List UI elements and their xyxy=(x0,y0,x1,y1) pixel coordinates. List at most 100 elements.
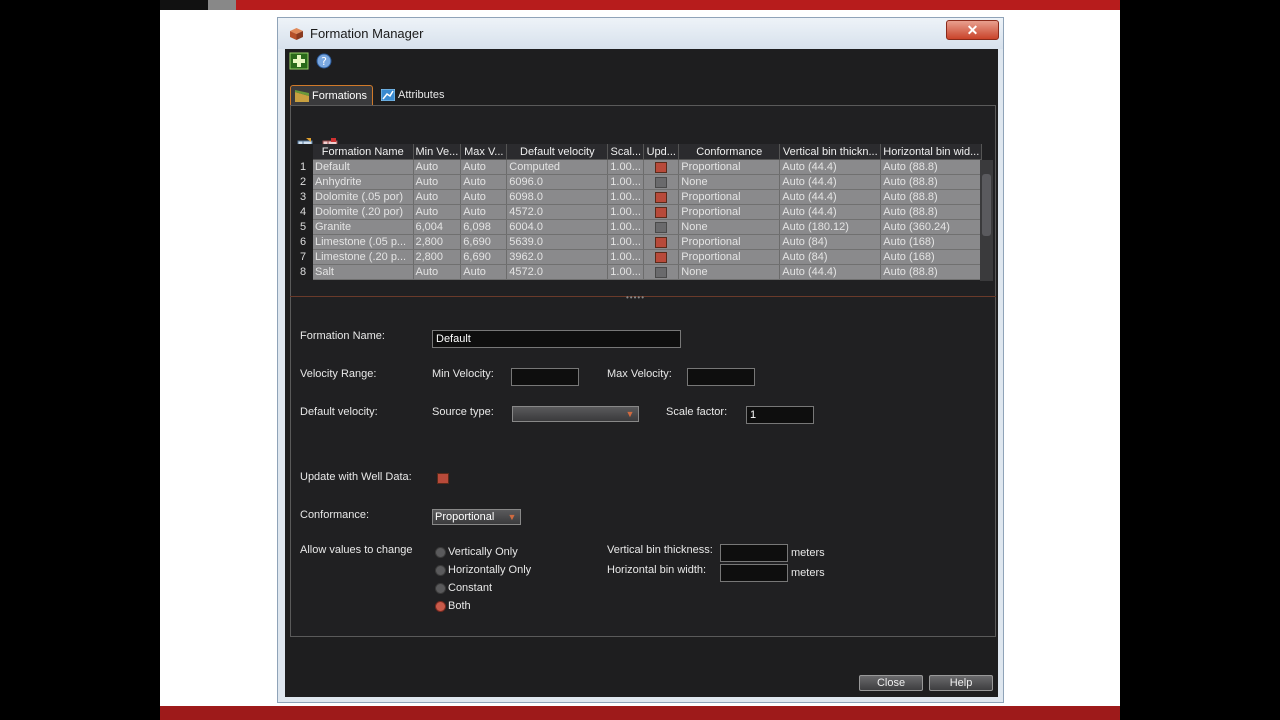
column-header[interactable]: Upd... xyxy=(643,144,680,160)
table-cell[interactable]: Auto xyxy=(413,189,462,205)
column-header[interactable]: Conformance xyxy=(678,144,781,160)
table-scrollbar[interactable] xyxy=(980,160,993,281)
table-cell[interactable]: Auto xyxy=(413,159,462,175)
table-cell[interactable]: 6,004 xyxy=(413,219,462,235)
table-cell[interactable]: Dolomite (.05 por) xyxy=(313,189,414,205)
table-cell[interactable]: None xyxy=(678,264,781,280)
checkbox-checked-icon[interactable] xyxy=(655,251,668,263)
table-cell[interactable]: Default xyxy=(313,159,414,175)
table-cell[interactable]: Auto xyxy=(460,159,508,175)
help-button[interactable]: Help xyxy=(929,675,993,691)
update-well-data-checkbox[interactable] xyxy=(437,472,449,484)
tab-attributes[interactable]: Attributes xyxy=(377,85,449,105)
table-cell[interactable]: Auto xyxy=(460,189,508,205)
table-row[interactable]: 3 Dolomite (.05 por) Auto Auto 6098.0 1.00...… xyxy=(293,189,983,205)
update-cell[interactable] xyxy=(643,174,680,190)
table-cell[interactable]: 1.00... xyxy=(607,159,645,175)
table-cell[interactable]: 4572.0 xyxy=(506,204,609,220)
tab-formations[interactable]: Formations xyxy=(290,85,373,105)
table-cell[interactable]: Auto (44.4) xyxy=(779,204,882,220)
table-cell[interactable]: Auto xyxy=(460,174,508,190)
checkbox-checked-icon[interactable] xyxy=(655,236,668,248)
table-row[interactable]: 7 Limestone (.20 p... 2,800 6,690 3962.0 1.00… xyxy=(293,249,983,265)
table-cell[interactable]: Auto (88.8) xyxy=(880,264,983,280)
table-cell[interactable]: Auto xyxy=(413,204,462,220)
table-row[interactable]: 1 Default Auto Auto Computed 1.00... Proportio… xyxy=(293,159,983,175)
table-cell[interactable]: Auto (44.4) xyxy=(779,174,882,190)
table-cell[interactable]: Dolomite (.20 por) xyxy=(313,204,414,220)
table-cell[interactable]: Auto (84) xyxy=(779,234,882,250)
scrollbar-thumb[interactable] xyxy=(982,174,991,236)
table-cell[interactable]: 1.00... xyxy=(607,174,645,190)
table-cell[interactable]: Auto (360.24) xyxy=(880,219,983,235)
table-row[interactable]: 8 Salt Auto Auto 4572.0 1.00... None Auto (44.4… xyxy=(293,264,983,280)
min-velocity-input[interactable] xyxy=(511,368,579,386)
table-cell[interactable]: Limestone (.20 p... xyxy=(313,249,414,265)
update-cell[interactable] xyxy=(643,264,680,280)
table-cell[interactable]: Proportional xyxy=(678,249,781,265)
table-cell[interactable]: None xyxy=(678,174,781,190)
table-cell[interactable]: None xyxy=(678,219,781,235)
table-cell[interactable]: 1.00... xyxy=(607,249,645,265)
table-cell[interactable]: Auto (180.12) xyxy=(779,219,882,235)
table-cell[interactable]: 6,098 xyxy=(460,219,508,235)
radio-label[interactable]: Vertically Only xyxy=(448,546,518,558)
table-cell[interactable]: 6,690 xyxy=(460,249,508,265)
radio-label[interactable]: Constant xyxy=(448,582,492,594)
table-cell[interactable]: 5639.0 xyxy=(506,234,609,250)
checkbox-checked-icon[interactable] xyxy=(655,206,668,218)
horizontal-bin-input[interactable] xyxy=(720,564,788,582)
table-cell[interactable]: Auto xyxy=(413,264,462,280)
table-cell[interactable]: Auto (84) xyxy=(779,249,882,265)
table-cell[interactable]: Auto (44.4) xyxy=(779,189,882,205)
table-cell[interactable]: 1.00... xyxy=(607,264,645,280)
splitter-grip[interactable]: ••••• xyxy=(626,293,645,302)
column-header[interactable]: Horizontal bin wid... xyxy=(880,144,983,160)
table-cell[interactable]: Auto (44.4) xyxy=(779,159,882,175)
table-cell[interactable]: Granite xyxy=(313,219,414,235)
table-row[interactable]: 5 Granite 6,004 6,098 6004.0 1.00... None Auto … xyxy=(293,219,983,235)
table-cell[interactable]: Auto (88.8) xyxy=(880,174,983,190)
table-cell[interactable]: 2,800 xyxy=(413,249,462,265)
max-velocity-input[interactable] xyxy=(687,368,755,386)
table-cell[interactable]: 1.00... xyxy=(607,234,645,250)
table-cell[interactable]: Computed xyxy=(506,159,609,175)
radio-button[interactable] xyxy=(435,583,446,594)
table-cell[interactable]: Auto xyxy=(460,264,508,280)
checkbox-unchecked-icon[interactable] xyxy=(655,266,668,278)
table-cell[interactable]: Proportional xyxy=(678,189,781,205)
radio-label[interactable]: Horizontally Only xyxy=(448,564,531,576)
source-type-select[interactable]: ▼ xyxy=(512,406,639,422)
table-cell[interactable]: Proportional xyxy=(678,204,781,220)
table-cell[interactable]: 1.00... xyxy=(607,204,645,220)
checkbox-unchecked-icon[interactable] xyxy=(655,221,668,233)
column-header[interactable]: Scal... xyxy=(607,144,645,160)
table-cell[interactable]: Salt xyxy=(313,264,414,280)
radio-label[interactable]: Both xyxy=(448,600,471,612)
column-header[interactable]: Max V... xyxy=(460,144,508,160)
column-header[interactable]: Formation Name xyxy=(313,144,414,160)
table-cell[interactable]: 6096.0 xyxy=(506,174,609,190)
table-cell[interactable]: Anhydrite xyxy=(313,174,414,190)
radio-button[interactable] xyxy=(435,565,446,576)
close-button[interactable]: Close xyxy=(859,675,923,691)
table-cell[interactable]: Auto (168) xyxy=(880,234,983,250)
table-row[interactable]: 4 Dolomite (.20 por) Auto Auto 4572.0 1.00...… xyxy=(293,204,983,220)
update-cell[interactable] xyxy=(643,189,680,205)
add-icon[interactable] xyxy=(289,52,309,70)
column-header[interactable]: Default velocity xyxy=(506,144,609,160)
column-header[interactable]: Vertical bin thickn... xyxy=(779,144,882,160)
update-cell[interactable] xyxy=(643,159,680,175)
table-cell[interactable]: Auto (44.4) xyxy=(779,264,882,280)
table-cell[interactable]: Auto (168) xyxy=(880,249,983,265)
table-cell[interactable]: 4572.0 xyxy=(506,264,609,280)
radio-button[interactable] xyxy=(435,547,446,558)
window-close-button[interactable]: ✕ xyxy=(946,20,999,40)
update-cell[interactable] xyxy=(643,219,680,235)
table-row[interactable]: 6 Limestone (.05 p... 2,800 6,690 5639.0 1.00… xyxy=(293,234,983,250)
table-cell[interactable]: Proportional xyxy=(678,159,781,175)
table-cell[interactable]: 2,800 xyxy=(413,234,462,250)
help-icon[interactable]: ? xyxy=(316,53,332,69)
radio-button[interactable] xyxy=(435,601,446,612)
title-bar[interactable]: Formation Manager ✕ xyxy=(278,18,1003,49)
